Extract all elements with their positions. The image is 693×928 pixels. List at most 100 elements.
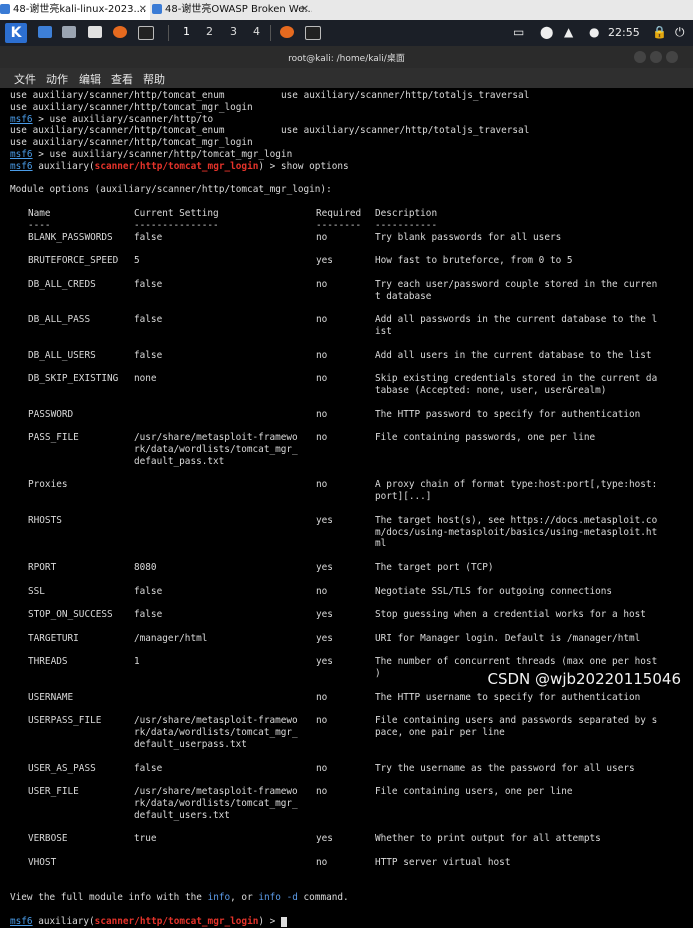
option-description: m/docs/using-metasploit/basics/using-met… [375,526,658,538]
option-description: ) [375,668,381,680]
command-line: msf6 auxiliary(scanner/http/tomcat_mgr_l… [10,161,349,173]
output-line: use auxiliary/scanner/http/totaljs_trave… [281,90,530,101]
option-required: no [316,585,328,597]
text-editor-icon[interactable] [88,26,102,38]
option-description: Stop guessing when a credential works fo… [375,609,646,621]
option-required: no [316,857,328,868]
close-button[interactable] [666,51,678,63]
option-setting: false [134,762,163,774]
option-name: THREADS [28,656,68,668]
screen-icon[interactable]: ▭ [513,25,524,39]
lock-icon[interactable]: 🔒 [652,25,667,39]
option-setting: /usr/share/metasploit-framewo [134,786,298,798]
option-required: no [316,278,328,290]
network-icon[interactable]: ⬤ [540,25,553,39]
menu-help[interactable]: 帮助 [143,71,165,87]
option-name: DB_ALL_PASS [28,314,91,326]
window-titlebar[interactable]: root@kali: /home/kali/桌面 [0,46,693,68]
option-setting: false [134,609,163,621]
option-description: ist [375,326,392,337]
panel-divider [168,25,169,41]
close-tab-icon[interactable]: ✕ [139,0,147,20]
minimize-button[interactable] [634,51,646,63]
option-description: ml [375,538,387,550]
command-text: > use auxiliary/scanner/http/tomcat_mgr_… [32,149,293,160]
module-name: scanner/http/tomcat_mgr_login [94,916,259,927]
option-description: Negotiate SSL/TLS for outgoing connectio… [375,585,613,597]
option-description: The HTTP password to specify for authent… [375,408,641,420]
option-required: no [316,314,328,326]
output-line: use auxiliary/scanner/http/tomcat_enum [10,125,225,137]
option-required: no [316,762,328,774]
option-description: Try the username as the password for all… [375,762,635,774]
option-description: HTTP server virtual host [375,857,511,868]
option-setting: rk/data/wordlists/tomcat_mgr_ [134,444,298,455]
terminal-icon[interactable] [138,26,154,40]
option-required: no [316,479,328,491]
option-name: USER_AS_PASS [28,762,96,774]
option-setting: /usr/share/metasploit-framewo [134,715,298,727]
option-setting: false [134,278,163,290]
column-header-name: Name [28,208,51,219]
kali-menu-icon[interactable]: K [5,23,27,43]
option-description: URI for Manager login. Default is /manag… [375,632,641,644]
browser-tab-kali[interactable]: 48-谢世亮kali-linux-2023.... ✕ [0,0,150,20]
close-tab-icon[interactable]: ✕ [301,0,309,20]
option-description: pace, one pair per line [375,727,505,739]
workspace-4[interactable]: 4 [253,25,260,38]
panel-clock: 22:55 [608,26,640,39]
csdn-watermark: CSDN @wjb20220115046 [487,670,681,688]
maximize-button[interactable] [650,51,662,63]
option-required: no [316,715,328,727]
firefox-window-icon[interactable] [280,26,294,38]
terminal-window-icon[interactable] [305,26,321,40]
menu-action[interactable]: 动作 [46,71,68,87]
option-name: SSL [28,585,45,597]
option-name: RHOSTS [28,514,62,526]
header-underline: --------------- [134,219,219,231]
option-required: no [316,408,328,420]
menu-edit[interactable]: 编辑 [79,71,101,87]
option-required: yes [316,656,333,668]
workspace-2[interactable]: 2 [206,25,213,38]
option-setting: default_pass.txt [134,455,225,467]
option-setting: 1 [134,656,140,668]
option-description: Add all passwords in the current databas… [375,314,658,326]
desktop-icon[interactable] [38,26,52,38]
option-description: Try blank passwords for all users [375,231,562,243]
option-name: Proxies [28,479,68,491]
workspace-1[interactable]: 1 [183,25,190,38]
workspace-3[interactable]: 3 [230,25,237,38]
file-manager-icon[interactable] [62,26,76,38]
output-line: use auxiliary/scanner/http/totaljs_trave… [281,125,530,137]
option-setting: /manager/html [134,632,208,644]
menu-file[interactable]: 文件 [14,71,36,87]
update-icon[interactable]: ● [589,25,599,39]
option-name: USERPASS_FILE [28,715,102,727]
info-command: info [207,892,231,904]
option-setting: none [134,373,157,385]
command-text: ) > show options [258,160,349,172]
firefox-icon[interactable] [113,26,127,38]
prompt-label: msf6 [10,149,33,160]
terminal-output[interactable]: use auxiliary/scanner/http/tomcat_enum us… [0,88,693,927]
option-name: BRUTEFORCE_SPEED [28,255,119,267]
option-description: port][...] [375,491,432,503]
option-required: no [316,349,328,361]
menu-view[interactable]: 查看 [111,71,133,87]
option-setting: 5 [134,255,140,267]
option-description: The target port (TCP) [375,562,494,573]
option-required: yes [316,562,333,573]
module-options-header: Module options (auxiliary/scanner/http/t… [10,184,332,196]
vm-icon [152,4,162,14]
browser-tab-owasp[interactable]: 48-谢世亮OWASP Broken We... ✕ [152,0,312,20]
top-panel: K 1 2 3 4 ▭ ⬤ ▲ ● 22:55 🔒 ⏻ [0,20,693,46]
option-name: DB_ALL_CREDS [28,278,96,290]
power-icon[interactable]: ⏻ [675,25,685,40]
notification-bell-icon[interactable]: ▲ [564,25,573,39]
option-name: RPORT [28,562,57,573]
command-text: ) > [258,916,281,927]
option-name: VERBOSE [28,833,68,845]
option-setting: false [134,231,163,243]
option-setting: rk/data/wordlists/tomcat_mgr_ [134,798,298,809]
